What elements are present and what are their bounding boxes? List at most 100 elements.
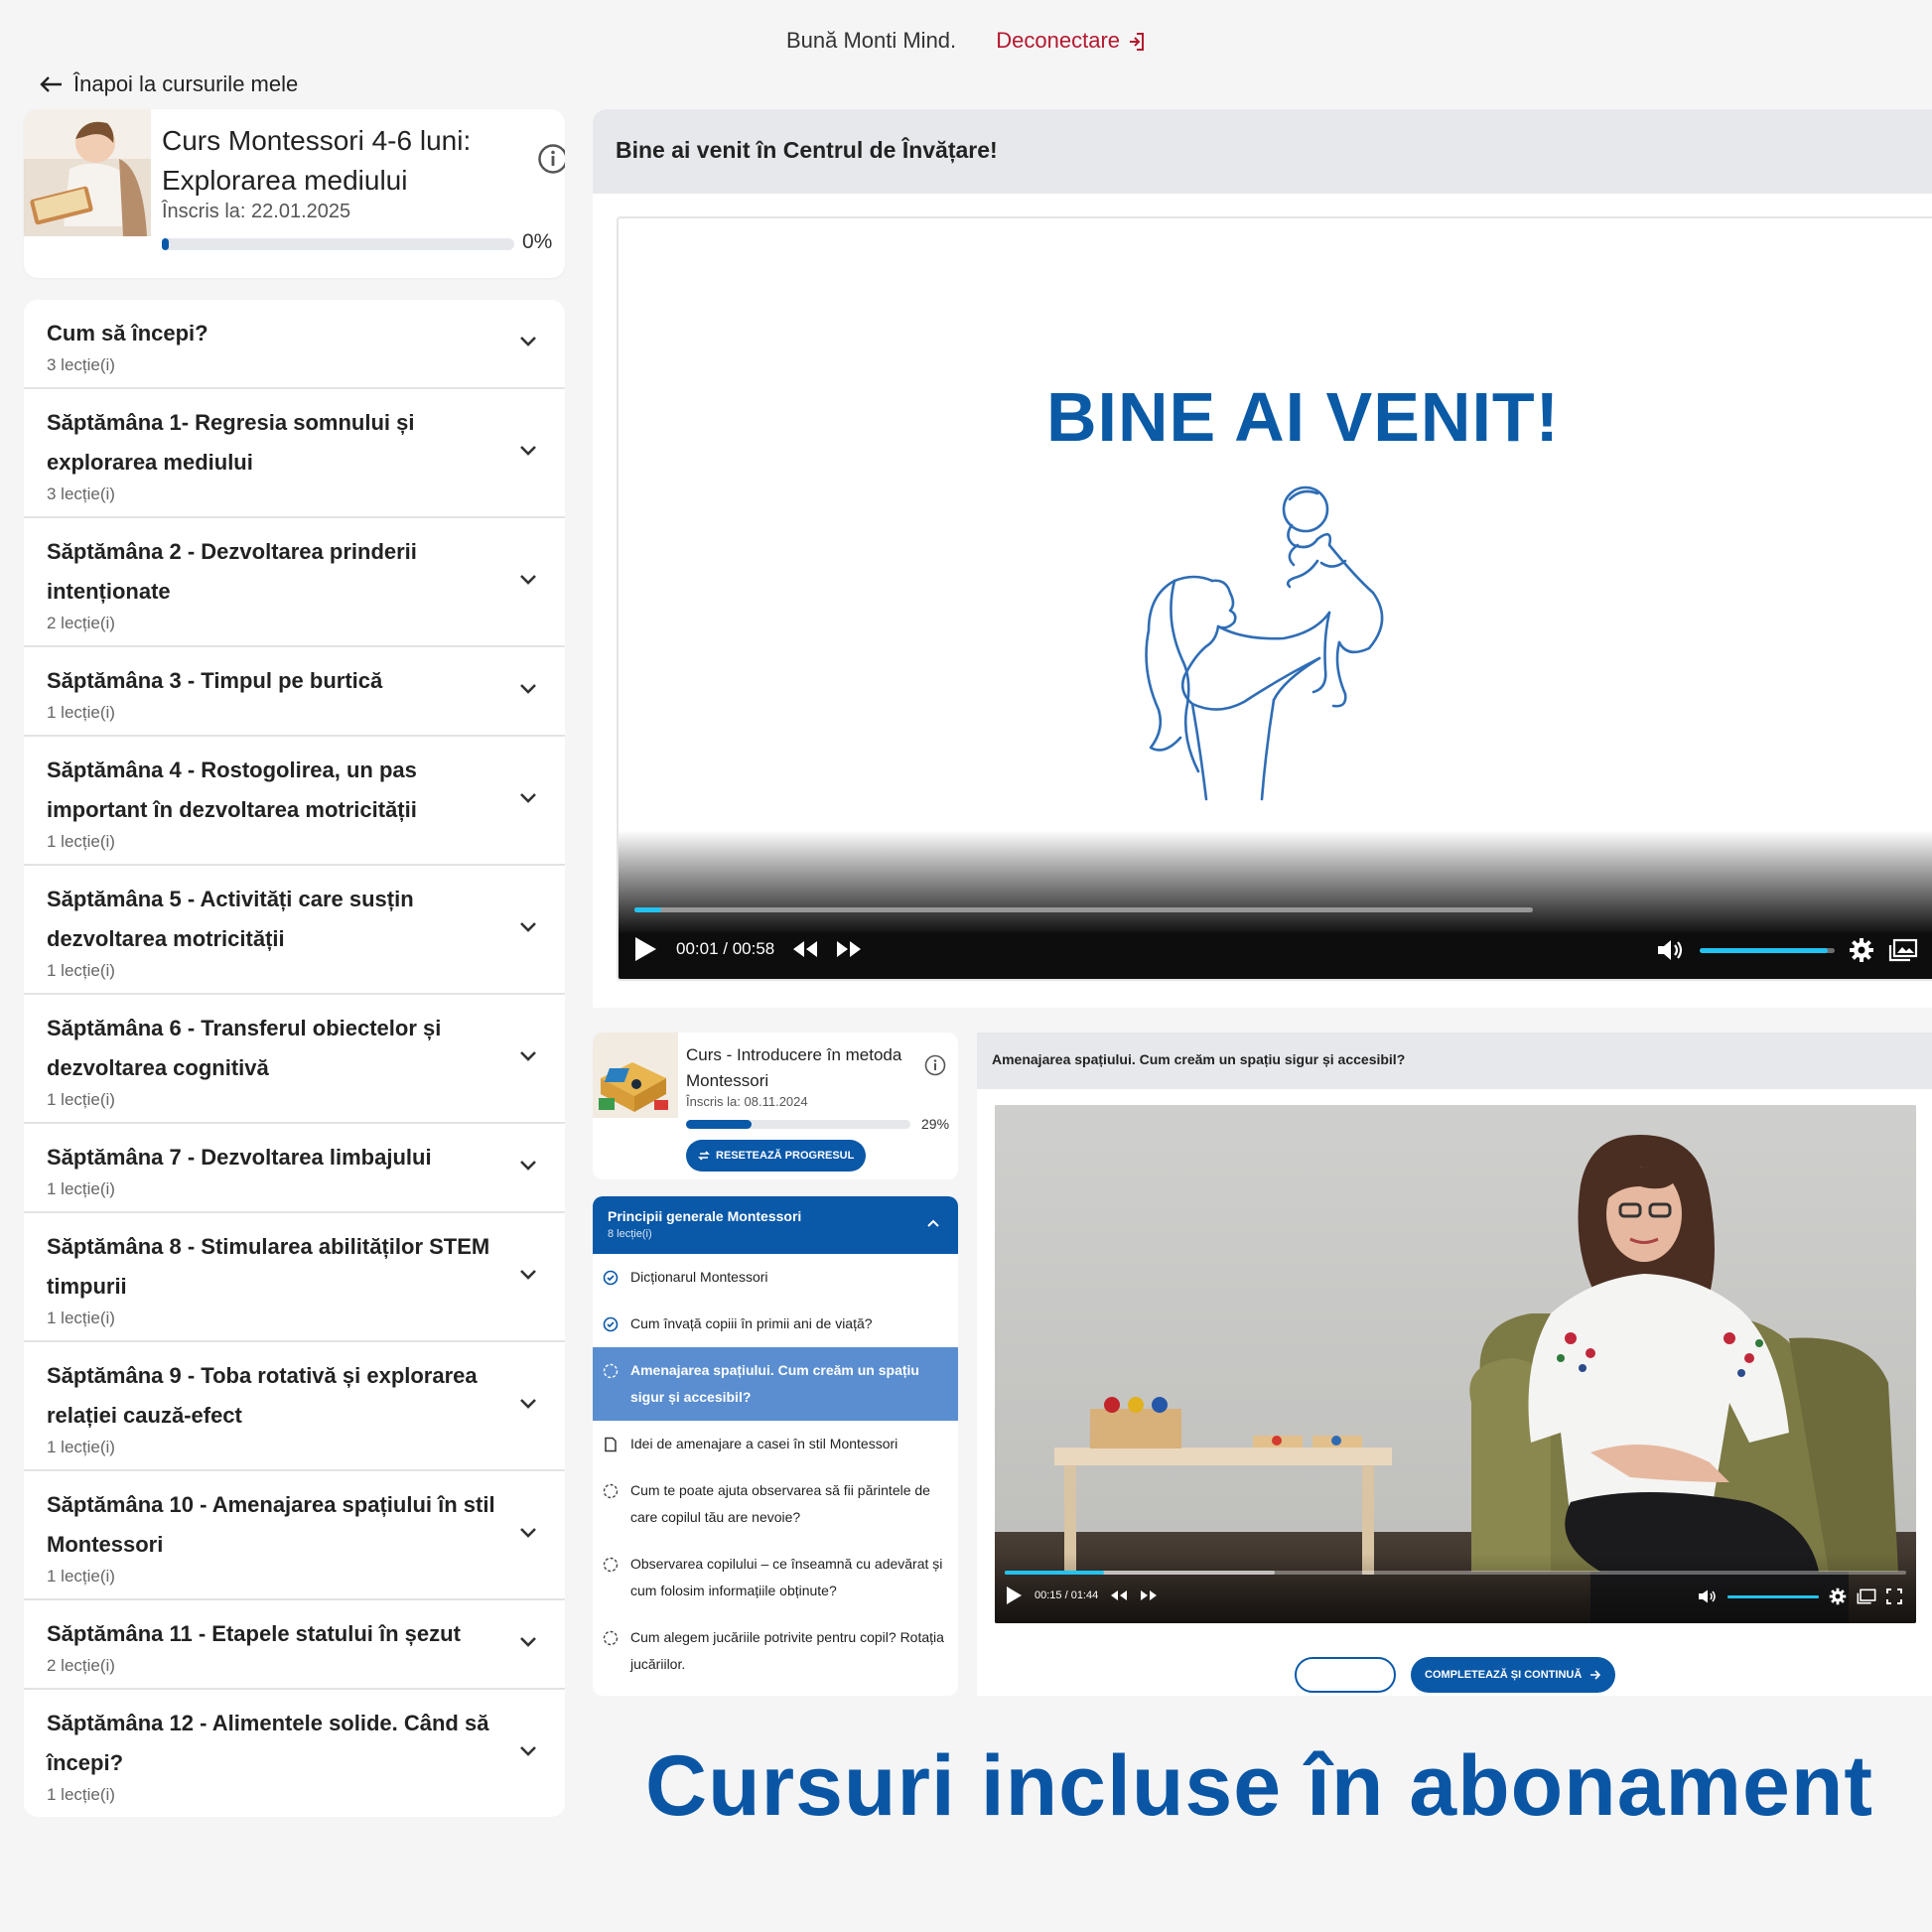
module-item[interactable]: Săptămâna 11 - Etapele statului în șezut…	[24, 1600, 565, 1690]
module-title: Săptămâna 2 - Dezvoltarea prinderii inte…	[47, 539, 417, 604]
module-title: Săptămâna 4 - Rostogolirea, un pas impor…	[47, 758, 417, 822]
logout-label: Deconectare	[996, 28, 1121, 53]
settings-gear-icon[interactable]	[1829, 1587, 1847, 1605]
module-lesson-count: 1 lecție(i)	[47, 703, 115, 722]
lesson-title: Idei de amenajare a casei în stil Montes…	[630, 1436, 898, 1451]
section-lesson-count: 8 lecție(i)	[608, 1228, 652, 1240]
module-lesson-count: 3 lecție(i)	[47, 355, 115, 374]
fast-forward-icon[interactable]	[1140, 1589, 1158, 1601]
course-progress-fill	[162, 238, 170, 250]
module-item[interactable]: Săptămâna 2 - Dezvoltarea prinderii inte…	[24, 518, 565, 647]
chevron-down-icon	[520, 446, 536, 456]
video-seek-progress	[634, 907, 662, 912]
course-progress-bar	[162, 238, 514, 250]
empty-circle-icon	[603, 1363, 619, 1379]
second-course-progress-fill	[686, 1120, 752, 1129]
volume-slider[interactable]	[1700, 947, 1835, 953]
picture-in-picture-icon[interactable]	[1857, 1588, 1876, 1604]
lesson-item[interactable]: Cum alegem jucăriile potrivite pentru co…	[593, 1614, 958, 1688]
module-item[interactable]: Săptămâna 1- Regresia somnului și explor…	[24, 389, 565, 518]
course-thumbnail	[24, 109, 151, 236]
chevron-down-icon	[520, 1161, 536, 1171]
lesson-item[interactable]: Observarea copilului – ce înseamnă cu ad…	[593, 1541, 958, 1614]
empty-circle-icon	[603, 1557, 619, 1573]
lesson-item[interactable]: Idei de amenajare a casei în stil Montes…	[593, 1421, 958, 1467]
volume-level	[1727, 1594, 1819, 1598]
top-bar: Bună Monti Mind. Deconectare	[0, 28, 1932, 54]
volume-slider[interactable]	[1727, 1594, 1819, 1598]
chevron-down-icon	[520, 684, 536, 694]
course-progress-percent: 0%	[522, 230, 553, 253]
module-item[interactable]: Săptămâna 12 - Alimentele solide. Când s…	[24, 1690, 565, 1817]
rewind-icon[interactable]	[792, 940, 818, 958]
second-course-progress-percent: 29%	[921, 1116, 950, 1132]
module-title: Săptămâna 11 - Etapele statului în șezut	[47, 1621, 461, 1646]
chevron-up-icon	[927, 1219, 939, 1227]
module-title: Săptămâna 10 - Amenajarea spațiului în s…	[47, 1492, 495, 1557]
logout-link[interactable]: Deconectare	[996, 28, 1146, 53]
lesson-item[interactable]: Cum te poate ajuta observarea să fii păr…	[593, 1467, 958, 1541]
previous-button[interactable]	[1295, 1657, 1396, 1693]
module-lesson-count: 1 lecție(i)	[47, 1567, 115, 1586]
fast-forward-icon[interactable]	[836, 940, 862, 958]
video-left-controls: 00:15 / 01:44	[1005, 1586, 1158, 1605]
lesson-title: Amenajarea spațiului. Cum creăm un spați…	[630, 1362, 919, 1405]
settings-gear-icon[interactable]	[1849, 937, 1874, 963]
fullscreen-icon[interactable]	[1886, 1588, 1902, 1604]
module-item[interactable]: Săptămâna 8 - Stimularea abilităților ST…	[24, 1213, 565, 1342]
video-right-controls	[1656, 937, 1918, 963]
back-to-courses-link[interactable]: Înapoi la cursurile mele	[40, 71, 298, 97]
course-enrolled-date: Înscris la: 22.01.2025	[162, 201, 351, 222]
module-item[interactable]: Săptămâna 3 - Timpul pe burtică 1 lecție(…	[24, 647, 565, 737]
section-title: Principii generale Montessori	[608, 1208, 802, 1224]
video-seek-bar[interactable]	[1005, 1571, 1906, 1575]
play-icon[interactable]	[1005, 1586, 1023, 1605]
reset-progress-button[interactable]: RESETEAZĂ PROGRESUL	[686, 1140, 867, 1172]
lesson-list: Principii generale Montessori 8 lecție(i…	[593, 1196, 958, 1696]
module-item[interactable]: Săptămâna 7 - Dezvoltarea limbajului 1 le…	[24, 1124, 565, 1213]
learning-center-panel: Bine ai venit în Centrul de Învățare! BI…	[593, 109, 1932, 1008]
picture-in-picture-icon[interactable]	[1888, 938, 1918, 962]
complete-and-continue-button[interactable]: COMPLETEAZĂ ȘI CONTINUĂ	[1411, 1657, 1616, 1693]
lesson-title: Cum te poate ajuta observarea să fii păr…	[630, 1482, 930, 1525]
play-icon[interactable]	[632, 935, 658, 963]
second-course-thumbnail	[593, 1033, 678, 1118]
module-lesson-count: 1 lecție(i)	[47, 1090, 115, 1109]
second-course-screenshot: Curs - Introducere în metoda Montessori …	[593, 1033, 1932, 1696]
module-item[interactable]: Săptămâna 4 - Rostogolirea, un pas impor…	[24, 737, 565, 866]
rewind-icon[interactable]	[1110, 1589, 1128, 1601]
video-seek-bar[interactable]	[634, 907, 1533, 912]
module-item[interactable]: Săptămâna 5 - Activități care susțin dez…	[24, 866, 565, 995]
info-icon[interactable]	[537, 143, 565, 180]
volume-icon[interactable]	[1698, 1589, 1718, 1603]
lesson-item[interactable]: Dicționarul Montessori	[593, 1254, 958, 1301]
mother-baby-illustration	[1145, 485, 1384, 801]
section-header[interactable]: Principii generale Montessori 8 lecție(i…	[593, 1196, 958, 1254]
module-title: Săptămâna 7 - Dezvoltarea limbajului	[47, 1145, 432, 1170]
module-item[interactable]: Săptămâna 6 - Transferul obiectelor și d…	[24, 995, 565, 1124]
module-item[interactable]: Săptămâna 9 - Toba rotativă și explorare…	[24, 1342, 565, 1471]
empty-circle-icon	[603, 1630, 619, 1646]
lesson-item[interactable]: Amenajarea spațiului. Cum creăm un spați…	[593, 1347, 958, 1421]
info-icon[interactable]	[924, 1054, 946, 1076]
welcome-video-player[interactable]: BINE AI VENIT! 00:01 / 00:58	[617, 216, 1932, 981]
lesson-item[interactable]: Rotația jucăriilor: Tot ce trebuie să șt…	[593, 1688, 958, 1696]
video-slide-title: BINE AI VENIT!	[1046, 378, 1560, 456]
module-lesson-count: 1 lecție(i)	[47, 1785, 115, 1804]
course-card: Curs Montessori 4-6 luni: Explorarea med…	[24, 109, 565, 278]
greeting-text: Bună Monti Mind.	[785, 28, 957, 53]
module-title: Săptămâna 12 - Alimentele solide. Când s…	[47, 1711, 489, 1775]
volume-level	[1700, 947, 1829, 953]
lesson-item[interactable]: Cum învață copiii în primii ani de viață…	[593, 1301, 958, 1347]
course-title: Curs Montessori 4-6 luni: Explorarea med…	[162, 125, 472, 196]
second-course-card: Curs - Introducere în metoda Montessori …	[593, 1033, 958, 1179]
chevron-down-icon	[520, 1746, 536, 1756]
complete-button-label: COMPLETEAZĂ ȘI CONTINUĂ	[1425, 1669, 1583, 1681]
module-lesson-count: 3 lecție(i)	[47, 484, 115, 503]
module-lesson-count: 2 lecție(i)	[47, 1656, 115, 1675]
volume-icon[interactable]	[1656, 939, 1686, 961]
lesson-video-player[interactable]: 00:15 / 01:44	[995, 1105, 1916, 1623]
chevron-down-icon	[520, 1270, 536, 1280]
module-item[interactable]: Săptămâna 10 - Amenajarea spațiului în s…	[24, 1471, 565, 1600]
module-item[interactable]: Cum să începi? 3 lecție(i)	[24, 300, 565, 389]
